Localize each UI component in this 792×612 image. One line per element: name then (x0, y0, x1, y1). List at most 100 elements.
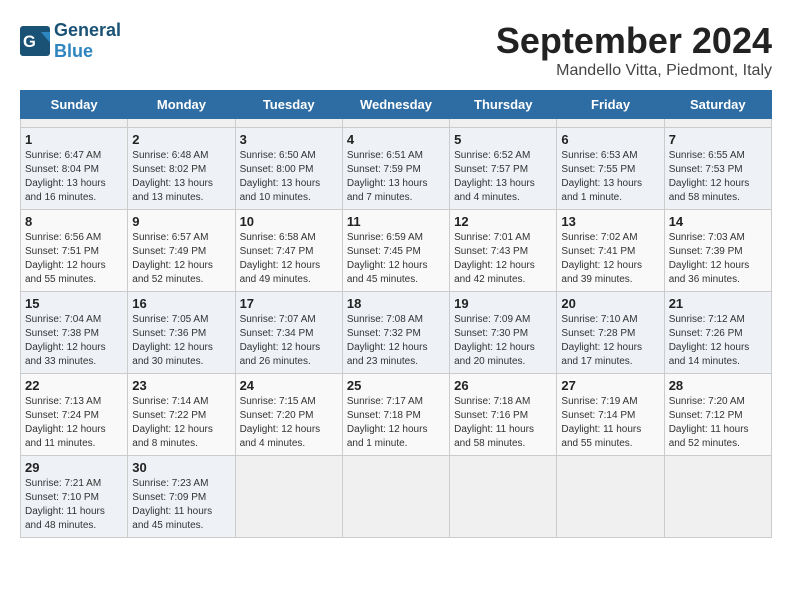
day-detail: Sunrise: 7:02 AM Sunset: 7:41 PM Dayligh… (561, 231, 659, 287)
day-detail: Sunrise: 7:21 AM Sunset: 7:10 PM Dayligh… (25, 477, 123, 533)
calendar-cell: 29 Sunrise: 7:21 AM Sunset: 7:10 PM Dayli… (21, 456, 128, 538)
calendar-cell (450, 456, 557, 538)
day-number: 4 (347, 132, 445, 147)
logo-icon: G (20, 26, 50, 56)
logo-general: General (54, 20, 121, 40)
calendar-cell: 26 Sunrise: 7:18 AM Sunset: 7:16 PM Dayli… (450, 374, 557, 456)
calendar-cell: 4 Sunrise: 6:51 AM Sunset: 7:59 PM Daylig… (342, 128, 449, 210)
calendar-cell: 19 Sunrise: 7:09 AM Sunset: 7:30 PM Dayli… (450, 292, 557, 374)
day-number: 8 (25, 214, 123, 229)
calendar-week-1 (21, 119, 772, 128)
day-number: 1 (25, 132, 123, 147)
day-number: 6 (561, 132, 659, 147)
day-number: 27 (561, 378, 659, 393)
calendar-table: SundayMondayTuesdayWednesdayThursdayFrid… (20, 90, 772, 538)
location: Mandello Vitta, Piedmont, Italy (496, 62, 772, 80)
calendar-cell: 9 Sunrise: 6:57 AM Sunset: 7:49 PM Daylig… (128, 210, 235, 292)
day-detail: Sunrise: 6:56 AM Sunset: 7:51 PM Dayligh… (25, 231, 123, 287)
day-number: 19 (454, 296, 552, 311)
calendar-cell: 15 Sunrise: 7:04 AM Sunset: 7:38 PM Dayli… (21, 292, 128, 374)
calendar-cell (342, 456, 449, 538)
calendar-cell: 18Sunrise: 7:08 AM Sunset: 7:32 PM Dayli… (342, 292, 449, 374)
day-number: 15 (25, 296, 123, 311)
calendar-cell: 22 Sunrise: 7:13 AM Sunset: 7:24 PM Dayli… (21, 374, 128, 456)
day-detail: Sunrise: 7:18 AM Sunset: 7:16 PM Dayligh… (454, 395, 552, 451)
calendar-week-4: 15 Sunrise: 7:04 AM Sunset: 7:38 PM Dayli… (21, 292, 772, 374)
calendar-cell (664, 119, 771, 128)
calendar-cell: 21 Sunrise: 7:12 AM Sunset: 7:26 PM Dayli… (664, 292, 771, 374)
calendar-cell: 3Sunrise: 6:50 AM Sunset: 8:00 PM Daylig… (235, 128, 342, 210)
calendar-cell: 27 Sunrise: 7:19 AM Sunset: 7:14 PM Dayli… (557, 374, 664, 456)
day-detail: Sunrise: 7:12 AM Sunset: 7:26 PM Dayligh… (669, 313, 767, 369)
day-detail: Sunrise: 7:09 AM Sunset: 7:30 PM Dayligh… (454, 313, 552, 369)
calendar-cell: 14 Sunrise: 7:03 AM Sunset: 7:39 PM Dayli… (664, 210, 771, 292)
day-detail: Sunrise: 7:23 AM Sunset: 7:09 PM Dayligh… (132, 477, 230, 533)
day-detail: Sunrise: 7:01 AM Sunset: 7:43 PM Dayligh… (454, 231, 552, 287)
calendar-cell (235, 119, 342, 128)
day-detail: Sunrise: 7:19 AM Sunset: 7:14 PM Dayligh… (561, 395, 659, 451)
day-number: 14 (669, 214, 767, 229)
day-number: 13 (561, 214, 659, 229)
day-number: 9 (132, 214, 230, 229)
calendar-cell: 13 Sunrise: 7:02 AM Sunset: 7:41 PM Dayli… (557, 210, 664, 292)
day-detail: Sunrise: 7:04 AM Sunset: 7:38 PM Dayligh… (25, 313, 123, 369)
day-number: 28 (669, 378, 767, 393)
calendar-cell: 12 Sunrise: 7:01 AM Sunset: 7:43 PM Dayli… (450, 210, 557, 292)
calendar-cell: 7 Sunrise: 6:55 AM Sunset: 7:53 PM Daylig… (664, 128, 771, 210)
svg-text:G: G (23, 33, 36, 51)
calendar-cell: 24Sunrise: 7:15 AM Sunset: 7:20 PM Dayli… (235, 374, 342, 456)
day-number: 20 (561, 296, 659, 311)
day-number: 23 (132, 378, 230, 393)
calendar-cell (450, 119, 557, 128)
calendar-week-5: 22 Sunrise: 7:13 AM Sunset: 7:24 PM Dayli… (21, 374, 772, 456)
month-title: September 2024 (496, 20, 772, 62)
calendar-cell (21, 119, 128, 128)
calendar-cell: 28 Sunrise: 7:20 AM Sunset: 7:12 PM Dayli… (664, 374, 771, 456)
day-detail: Sunrise: 7:03 AM Sunset: 7:39 PM Dayligh… (669, 231, 767, 287)
calendar-cell (235, 456, 342, 538)
calendar-week-6: 29 Sunrise: 7:21 AM Sunset: 7:10 PM Dayli… (21, 456, 772, 538)
calendar-cell: 8 Sunrise: 6:56 AM Sunset: 7:51 PM Daylig… (21, 210, 128, 292)
day-detail: Sunrise: 7:14 AM Sunset: 7:22 PM Dayligh… (132, 395, 230, 451)
day-number: 30 (132, 460, 230, 475)
day-detail: Sunrise: 7:20 AM Sunset: 7:12 PM Dayligh… (669, 395, 767, 451)
day-detail: Sunrise: 7:13 AM Sunset: 7:24 PM Dayligh… (25, 395, 123, 451)
day-number: 2 (132, 132, 230, 147)
calendar-cell: 10Sunrise: 6:58 AM Sunset: 7:47 PM Dayli… (235, 210, 342, 292)
calendar-cell (557, 119, 664, 128)
day-detail: Sunrise: 6:57 AM Sunset: 7:49 PM Dayligh… (132, 231, 230, 287)
calendar-cell (557, 456, 664, 538)
calendar-cell: 23 Sunrise: 7:14 AM Sunset: 7:22 PM Dayli… (128, 374, 235, 456)
day-number: 25 (347, 378, 445, 393)
day-detail: Sunrise: 6:58 AM Sunset: 7:47 PM Dayligh… (240, 231, 338, 287)
weekday-header-friday: Friday (557, 91, 664, 119)
day-detail: Sunrise: 7:15 AM Sunset: 7:20 PM Dayligh… (240, 395, 338, 451)
day-number: 26 (454, 378, 552, 393)
calendar-cell: 11Sunrise: 6:59 AM Sunset: 7:45 PM Dayli… (342, 210, 449, 292)
day-number: 18 (347, 296, 445, 311)
day-number: 16 (132, 296, 230, 311)
logo: G General Blue (20, 20, 121, 62)
day-number: 22 (25, 378, 123, 393)
weekday-header-wednesday: Wednesday (342, 91, 449, 119)
day-detail: Sunrise: 6:51 AM Sunset: 7:59 PM Dayligh… (347, 149, 445, 205)
day-number: 11 (347, 214, 445, 229)
logo-blue: Blue (54, 41, 93, 61)
day-number: 29 (25, 460, 123, 475)
day-number: 21 (669, 296, 767, 311)
weekday-header-row: SundayMondayTuesdayWednesdayThursdayFrid… (21, 91, 772, 119)
calendar-cell: 6 Sunrise: 6:53 AM Sunset: 7:55 PM Daylig… (557, 128, 664, 210)
weekday-header-saturday: Saturday (664, 91, 771, 119)
day-number: 5 (454, 132, 552, 147)
day-number: 7 (669, 132, 767, 147)
day-number: 12 (454, 214, 552, 229)
day-detail: Sunrise: 7:17 AM Sunset: 7:18 PM Dayligh… (347, 395, 445, 451)
day-detail: Sunrise: 6:48 AM Sunset: 8:02 PM Dayligh… (132, 149, 230, 205)
weekday-header-thursday: Thursday (450, 91, 557, 119)
day-detail: Sunrise: 6:53 AM Sunset: 7:55 PM Dayligh… (561, 149, 659, 205)
day-detail: Sunrise: 7:10 AM Sunset: 7:28 PM Dayligh… (561, 313, 659, 369)
weekday-header-monday: Monday (128, 91, 235, 119)
day-detail: Sunrise: 6:55 AM Sunset: 7:53 PM Dayligh… (669, 149, 767, 205)
calendar-cell: 20 Sunrise: 7:10 AM Sunset: 7:28 PM Dayli… (557, 292, 664, 374)
title-area: September 2024 Mandello Vitta, Piedmont,… (496, 20, 772, 80)
